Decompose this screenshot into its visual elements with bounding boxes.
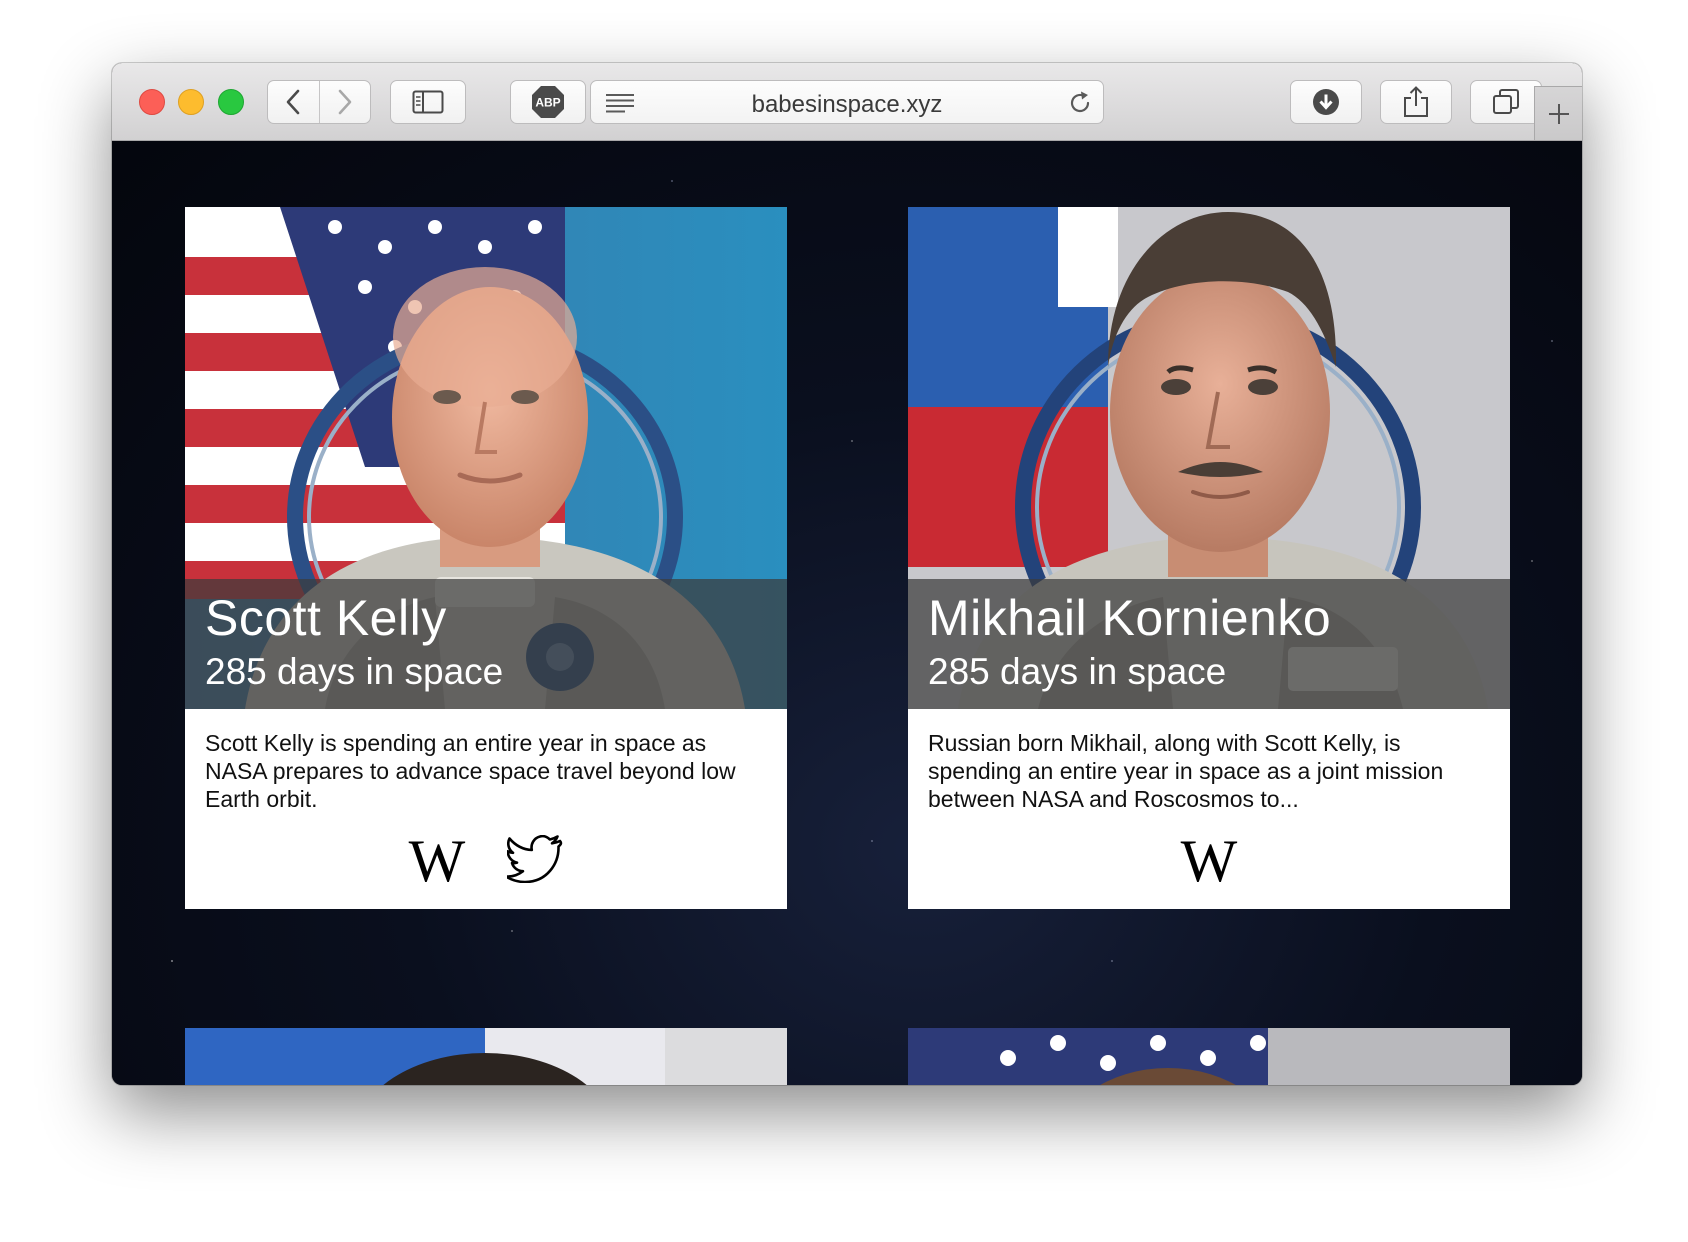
- card-body: Russian born Mikhail, along with Scott K…: [908, 709, 1510, 909]
- close-window-button[interactable]: [139, 89, 165, 115]
- reload-icon: [1070, 91, 1090, 113]
- minimize-window-button[interactable]: [178, 89, 204, 115]
- astronaut-card-partial: [185, 1028, 787, 1085]
- astronaut-description: Scott Kelly is spending an entire year i…: [205, 730, 736, 812]
- wikipedia-icon[interactable]: W: [1181, 831, 1238, 891]
- astronaut-card: Scott Kelly 285 days in space Scott Kell…: [185, 207, 787, 909]
- download-icon: [1313, 89, 1339, 115]
- browser-toolbar: ABP babesinspace.xyz: [112, 63, 1582, 141]
- astronaut-name: Mikhail Kornienko: [928, 590, 1332, 646]
- astronaut-photo: Mikhail Kornienko 285 days in space: [908, 207, 1510, 709]
- card-links: W: [185, 831, 787, 891]
- photo-caption: Scott Kelly 285 days in space: [185, 579, 787, 709]
- photo-partial: [908, 1028, 1510, 1085]
- astronaut-card: Mikhail Kornienko 285 days in space Russ…: [908, 207, 1510, 909]
- sidebar-button[interactable]: [390, 80, 466, 124]
- astronaut-description: Russian born Mikhail, along with Scott K…: [928, 730, 1444, 812]
- abp-label: ABP: [535, 96, 560, 110]
- share-icon: [1404, 86, 1428, 117]
- photo-partial: [185, 1028, 787, 1085]
- twitter-icon[interactable]: [505, 834, 563, 888]
- chevron-right-icon: [338, 89, 352, 115]
- sidebar-icon: [412, 90, 444, 114]
- abp-icon: ABP: [532, 86, 564, 118]
- card-body: Scott Kelly is spending an entire year i…: [185, 709, 787, 909]
- days-in-space: 285 days in space: [928, 651, 1227, 692]
- new-tab-button[interactable]: [1534, 86, 1582, 140]
- address-bar[interactable]: babesinspace.xyz: [590, 80, 1104, 124]
- days-in-space: 285 days in space: [205, 651, 504, 692]
- astronaut-card-partial: [908, 1028, 1510, 1085]
- photo-caption: Mikhail Kornienko 285 days in space: [908, 579, 1510, 709]
- card-links: W: [908, 831, 1510, 891]
- browser-window: ABP babesinspace.xyz Scott Kelly 285 day…: [112, 63, 1582, 1085]
- back-button[interactable]: [268, 81, 319, 123]
- forward-button[interactable]: [319, 81, 370, 123]
- wikipedia-icon[interactable]: W: [409, 831, 466, 891]
- url-text[interactable]: babesinspace.xyz: [591, 91, 1103, 119]
- downloads-button[interactable]: [1290, 80, 1362, 124]
- tabs-icon: [1493, 89, 1519, 114]
- adblock-button[interactable]: ABP: [510, 80, 586, 124]
- reload-button[interactable]: [1067, 90, 1093, 121]
- zoom-window-button[interactable]: [218, 89, 244, 115]
- share-button[interactable]: [1380, 80, 1452, 124]
- page-viewport[interactable]: Scott Kelly 285 days in space Scott Kell…: [112, 141, 1582, 1085]
- astronaut-name: Scott Kelly: [205, 590, 447, 646]
- chevron-left-icon: [286, 89, 300, 115]
- show-tabs-button[interactable]: [1470, 80, 1542, 124]
- plus-icon: [1548, 103, 1569, 124]
- navigation-buttons: [267, 80, 371, 124]
- astronaut-photo: Scott Kelly 285 days in space: [185, 207, 787, 709]
